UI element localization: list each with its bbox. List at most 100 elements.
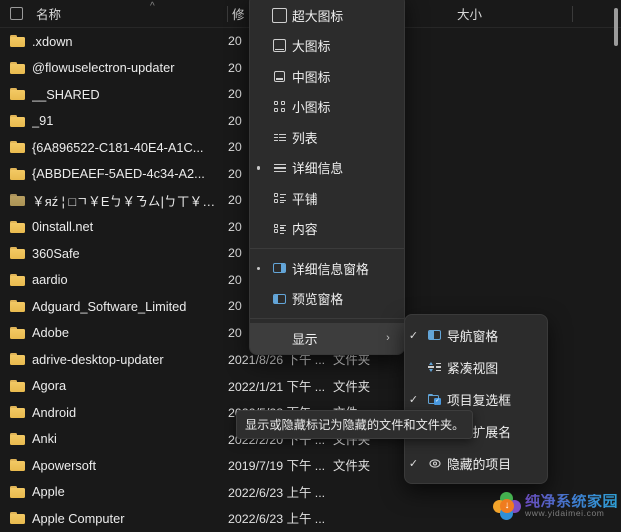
menu-item-label: 详细信息窗格 bbox=[292, 261, 369, 277]
menu-separator bbox=[250, 318, 404, 319]
menu-item-preview-pane[interactable]: 预览窗格 bbox=[250, 284, 404, 315]
vertical-scrollbar[interactable] bbox=[613, 2, 619, 320]
cell-name: Apple bbox=[32, 484, 65, 500]
cell-name: aardio bbox=[32, 272, 68, 288]
menu-item-list[interactable]: 列表 bbox=[250, 122, 404, 153]
cell-name: _91 bbox=[32, 113, 54, 129]
folder-icon bbox=[0, 300, 32, 313]
select-all-checkbox[interactable] bbox=[0, 7, 32, 20]
cell-modified: 2019/7/19 下午 ... bbox=[228, 459, 326, 474]
submenu-item-label: 项目复选框 bbox=[447, 392, 511, 408]
cell-modified: 2022/1/21 下午 ... bbox=[228, 379, 326, 394]
folder-icon bbox=[0, 61, 32, 74]
folder-icon bbox=[0, 88, 32, 101]
menu-item-label: 预览窗格 bbox=[292, 292, 344, 308]
content-view-icon bbox=[267, 223, 292, 234]
hidden-items-icon bbox=[422, 458, 447, 469]
large-icons-icon bbox=[267, 39, 292, 53]
menu-item-large-icons[interactable]: 大图标 bbox=[250, 31, 404, 62]
menu-item-details[interactable]: 详细信息 bbox=[250, 153, 404, 184]
extra-large-icons-icon bbox=[267, 7, 292, 23]
column-divider[interactable] bbox=[572, 5, 573, 22]
menu-item-label: 详细信息 bbox=[292, 161, 344, 177]
folder-icon bbox=[0, 512, 32, 525]
tiles-view-icon bbox=[267, 193, 292, 204]
column-header-name[interactable]: 名称 ^ bbox=[32, 0, 228, 28]
cell-name: Agora bbox=[32, 378, 67, 394]
cell-name: 360Safe bbox=[32, 245, 80, 261]
column-header-size[interactable]: 大小 bbox=[453, 0, 573, 28]
submenu-item-compact-view[interactable]: 紧凑视图 bbox=[405, 351, 547, 383]
submenu-item-navigation-pane[interactable]: ✓ 导航窗格 bbox=[405, 319, 547, 351]
column-header-name-label: 名称 bbox=[36, 8, 62, 22]
cell-name: 0install.net bbox=[32, 219, 94, 235]
menu-item-small-icons[interactable]: 小图标 bbox=[250, 92, 404, 123]
watermark-url: www.yidaimei.com bbox=[524, 508, 605, 519]
cell-name: adrive-desktop-updater bbox=[32, 351, 164, 367]
menu-item-content[interactable]: 内容 bbox=[250, 214, 404, 245]
submenu-item-hidden-items[interactable]: ✓ 隐藏的项目 bbox=[405, 447, 547, 479]
cell-name: Apple Computer bbox=[32, 510, 125, 526]
display-submenu: ✓ 导航窗格 紧凑视图 ✓ ✓ 项目复选框 ✓ 文件扩展名 ✓ bbox=[404, 314, 548, 484]
menu-item-label: 中图标 bbox=[292, 69, 331, 85]
cell-name: @flowuselectron-updater bbox=[32, 60, 175, 76]
radio-marker-selected bbox=[250, 266, 267, 270]
menu-item-label: 列表 bbox=[292, 130, 318, 146]
cell-name: Android bbox=[32, 404, 77, 420]
navigation-pane-icon bbox=[422, 330, 447, 340]
cell-name: Adguard_Software_Limited bbox=[32, 298, 187, 314]
watermark-title: 纯净系统家园 bbox=[524, 492, 618, 510]
folder-icon bbox=[0, 35, 32, 48]
submenu-item-label: 导航窗格 bbox=[447, 328, 499, 344]
menu-item-label: 显示 bbox=[292, 331, 318, 347]
details-pane-icon bbox=[267, 263, 292, 274]
column-header-size-label: 大小 bbox=[457, 8, 483, 22]
folder-icon bbox=[0, 406, 32, 419]
medium-icons-icon bbox=[267, 70, 292, 82]
folder-icon bbox=[0, 485, 32, 498]
check-icon: ✓ bbox=[408, 457, 419, 470]
cell-modified: 2022/6/23 上午 ... bbox=[228, 485, 326, 500]
folder-icon bbox=[0, 459, 32, 472]
menu-item-label: 内容 bbox=[292, 222, 318, 238]
details-view-icon bbox=[267, 163, 292, 173]
cell-name: __SHARED bbox=[32, 86, 100, 102]
folder-icon bbox=[0, 379, 32, 392]
radio-marker-selected bbox=[250, 166, 267, 170]
cell-name: {6A896522-C181-40E4-A1C... bbox=[32, 139, 204, 155]
menu-item-details-pane[interactable]: 详细信息窗格 bbox=[250, 253, 404, 284]
column-header-modified-label: 修 bbox=[232, 8, 245, 22]
folder-icon bbox=[0, 273, 32, 286]
cell-name: Adobe bbox=[32, 325, 70, 341]
menu-item-label: 超大图标 bbox=[292, 8, 344, 24]
menu-item-label: 大图标 bbox=[292, 39, 331, 55]
menu-separator bbox=[250, 248, 404, 249]
submenu-item-label: 紧凑视图 bbox=[447, 360, 499, 376]
scrollbar-thumb[interactable] bbox=[614, 8, 618, 46]
folder-icon bbox=[0, 326, 32, 339]
menu-item-display[interactable]: 显示 › bbox=[250, 323, 404, 354]
menu-item-extra-large-icons[interactable]: 超大图标 bbox=[250, 0, 404, 31]
tooltip: 显示或隐藏标记为隐藏的文件和文件夹。 bbox=[236, 410, 474, 439]
cell-name: ￥яź ¦ □ㄱ￥Eㄅ￥ㄋㄙ|ㄅㄒ￥оӽ￥... bbox=[32, 193, 228, 209]
view-context-menu: 超大图标 大图标 中图标 小图标 列表 详细信息 平铺 内容 详细信息窗格 预览… bbox=[249, 0, 405, 355]
menu-item-label: 小图标 bbox=[292, 100, 331, 116]
preview-pane-icon bbox=[267, 293, 292, 304]
folder-icon-dim bbox=[0, 194, 32, 207]
list-view-icon bbox=[267, 133, 292, 142]
cell-name: Anki bbox=[32, 431, 57, 447]
cell-name: .xdown bbox=[32, 33, 73, 49]
watermark-logo-glyph: ↓ bbox=[499, 499, 514, 513]
folder-icon bbox=[0, 247, 32, 260]
item-checkboxes-icon: ✓ bbox=[422, 393, 447, 405]
submenu-item-label: 隐藏的项目 bbox=[447, 456, 511, 472]
folder-icon bbox=[0, 141, 32, 154]
cell-name: {ABBDEAEF-5AED-4c34-A2... bbox=[32, 166, 205, 182]
menu-item-tiles[interactable]: 平铺 bbox=[250, 183, 404, 214]
watermark: ↓ 纯净系统家园 www.yidaimei.com bbox=[492, 492, 618, 520]
menu-item-label: 平铺 bbox=[292, 191, 318, 207]
menu-item-medium-icons[interactable]: 中图标 bbox=[250, 61, 404, 92]
folder-icon bbox=[0, 432, 32, 445]
folder-icon bbox=[0, 220, 32, 233]
sort-indicator-icon: ^ bbox=[150, 0, 155, 12]
